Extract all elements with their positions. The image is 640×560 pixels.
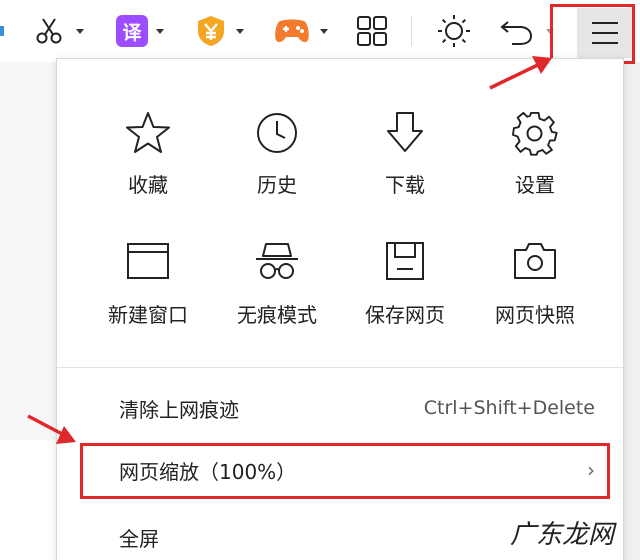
window-icon	[127, 243, 169, 279]
menu-item-label: 网页快照	[495, 303, 575, 327]
incognito-icon	[256, 243, 298, 279]
annotation-arrow-icon	[27, 414, 76, 444]
page-background	[0, 62, 56, 560]
menu-row-label: 全屏	[119, 526, 159, 551]
menu-item-label: 保存网页	[365, 303, 445, 327]
menu-item-history[interactable]: 历史	[212, 111, 342, 221]
translate-button[interactable]: 译	[116, 9, 166, 53]
game-controller-icon	[275, 19, 309, 43]
menu-item-label: 下载	[385, 173, 425, 197]
menu-row-label: 清除上网痕迹	[119, 397, 239, 422]
menu-item-snapshot[interactable]: 网页快照	[470, 241, 600, 351]
menu-item-label: 新建窗口	[108, 303, 188, 327]
camera-icon	[514, 243, 556, 279]
star-icon	[126, 112, 170, 153]
annotation-arrow-icon	[489, 56, 552, 90]
undo-icon	[500, 21, 533, 45]
highlight-box-zoom	[80, 443, 610, 499]
page-content-block	[0, 440, 56, 560]
shortcut-text: Ctrl+Shift+Delete	[423, 397, 595, 419]
brightness-button[interactable]	[434, 9, 474, 53]
menu-item-save-page[interactable]: 保存网页	[340, 241, 470, 351]
shield-button[interactable]	[196, 9, 248, 53]
menu-item-label: 无痕模式	[237, 303, 317, 327]
watermark-text: 广东龙网	[510, 520, 615, 550]
scissors-icon	[36, 18, 62, 44]
menu-divider	[57, 367, 623, 368]
page-edge-mark	[0, 26, 4, 36]
menu-item-label: 设置	[515, 173, 555, 197]
menu-item-new-window[interactable]: 新建窗口	[83, 241, 213, 351]
menu-item-clear-history[interactable]: 清除上网痕迹 Ctrl+Shift+Delete	[57, 380, 623, 436]
undo-button[interactable]	[500, 9, 556, 53]
chevron-down-icon	[156, 29, 164, 34]
toolbar-divider	[411, 16, 412, 46]
translate-icon: 译	[116, 15, 148, 47]
menu-item-incognito[interactable]: 无痕模式	[212, 241, 342, 351]
menu-item-favorites[interactable]: 收藏	[83, 111, 213, 221]
translate-glyph: 译	[122, 21, 142, 44]
chevron-down-icon	[320, 29, 328, 34]
sun-icon	[438, 15, 470, 47]
menu-item-label: 历史	[257, 173, 297, 197]
clock-icon	[257, 113, 297, 153]
gear-icon	[512, 111, 558, 156]
menu-item-label: 收藏	[128, 173, 168, 197]
game-button[interactable]	[274, 9, 330, 53]
shield-badge-icon	[198, 16, 224, 46]
chevron-down-icon	[236, 29, 244, 34]
menu-item-settings[interactable]: 设置	[470, 111, 600, 221]
save-icon	[386, 242, 424, 280]
apps-button[interactable]	[354, 9, 390, 53]
download-icon	[387, 112, 423, 152]
chevron-down-icon	[76, 29, 84, 34]
menu-item-downloads[interactable]: 下载	[340, 111, 470, 221]
scissors-button[interactable]	[32, 9, 90, 53]
grid-apps-icon	[357, 16, 387, 46]
